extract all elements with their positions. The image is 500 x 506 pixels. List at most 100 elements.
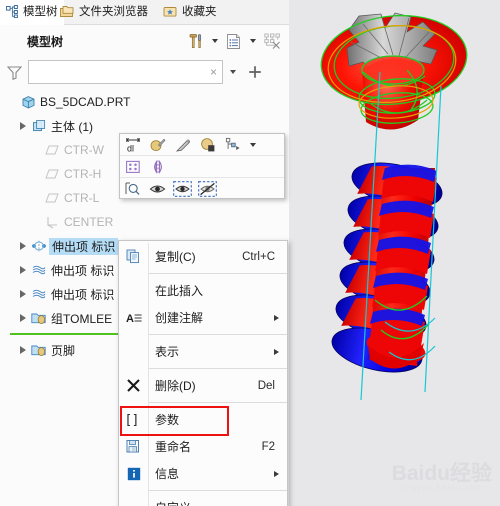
tree-item-label: 组TOMLEE <box>51 311 113 326</box>
submenu-arrow-icon <box>274 348 279 355</box>
tab-label: 文件夹浏览器 <box>79 5 148 18</box>
menu-item-create-annotation[interactable]: A 创建注解 <box>119 304 287 331</box>
add-filter-icon[interactable] <box>243 57 267 87</box>
no-icon <box>119 494 148 506</box>
group-icon <box>29 338 49 362</box>
menu-item-customize[interactable]: 自定义 <box>119 494 287 506</box>
body-icon <box>29 114 49 138</box>
menu-item-insert-here[interactable]: 在此插入 <box>119 277 287 304</box>
model-viewport[interactable]: Baidu经验 jingyan.baidu.com <box>289 0 500 506</box>
tree-item-label: 伸出项 标识 <box>51 263 115 278</box>
menu-separator <box>148 368 287 369</box>
menu-item-delete[interactable]: 删除(D) Del <box>119 372 287 399</box>
expand-arrow[interactable] <box>16 338 29 362</box>
context-menu[interactable]: 复制(C) Ctrl+C 在此插入 A 创建注解 表示 删除(D) Del [… <box>118 240 288 506</box>
funnel-icon[interactable] <box>0 57 28 87</box>
menu-item-label: 参数 <box>155 413 180 427</box>
tab-folder-browser[interactable]: 文件夹浏览器 <box>54 0 154 25</box>
tree-item-label: CENTER <box>64 215 114 229</box>
expand-arrow <box>29 186 42 210</box>
csys-icon <box>42 210 62 234</box>
menu-item-label: 重命名 <box>155 440 192 454</box>
screw-threads <box>331 162 443 373</box>
menu-item-label: 自定义 <box>148 499 287 506</box>
menu-item-label: 信息 <box>155 467 180 481</box>
tab-label: 收藏夹 <box>182 5 217 18</box>
svg-text:A: A <box>126 313 134 325</box>
delete-x-icon <box>119 372 148 399</box>
helix-icon <box>29 282 49 306</box>
display-caret-icon[interactable] <box>247 29 259 53</box>
rename-icon <box>119 433 148 460</box>
expand-arrow[interactable] <box>16 114 29 138</box>
menu-separator <box>148 273 287 274</box>
tab-label: 模型树 <box>23 5 58 18</box>
eye-dashed-icon[interactable] <box>170 178 195 200</box>
eye-icon[interactable] <box>145 178 170 200</box>
panel-header: 模型树 <box>0 25 289 57</box>
mini-toolbar-row-2 <box>120 156 284 178</box>
tree-item-label: CTR-L <box>64 191 100 205</box>
menu-item-accel: Ctrl+C <box>242 250 275 263</box>
folder-browser-icon <box>60 5 75 21</box>
helix-icon <box>29 258 49 282</box>
tree-item-label: CTR-W <box>64 143 104 157</box>
expand-arrow[interactable] <box>16 282 29 306</box>
clear-icon[interactable]: × <box>210 66 217 78</box>
tree-item-label: CTR-H <box>64 167 102 181</box>
svg-text:dl: dl <box>127 143 134 153</box>
settings-tools-icon[interactable] <box>185 29 207 53</box>
menu-item-parameters[interactable]: [ ] 参数 <box>119 406 287 436</box>
settings-caret-icon[interactable] <box>209 29 221 53</box>
tab-strip: 模型树 文件夹浏览器 收藏夹 <box>0 0 289 25</box>
zoom-selection-icon[interactable] <box>120 178 145 200</box>
mini-toolbar-row-3 <box>120 178 284 200</box>
plane-icon <box>42 162 62 186</box>
paint-brush-icon[interactable] <box>145 134 170 156</box>
tree-filter-icon[interactable] <box>261 29 283 53</box>
svg-text:[ ]: [ ] <box>127 412 138 427</box>
expand-arrow <box>5 90 18 114</box>
more-caret-icon[interactable] <box>245 134 261 156</box>
menu-item-accel: F2 <box>261 440 275 453</box>
pattern-icon[interactable] <box>120 156 145 178</box>
datum-flag-icon[interactable] <box>220 134 245 156</box>
tree-item-part[interactable]: BS_5DCAD.PRT <box>0 90 289 114</box>
menu-separator <box>148 490 287 491</box>
display-list-icon[interactable] <box>223 29 245 53</box>
tree-item-label: BS_5DCAD.PRT <box>40 95 131 109</box>
filter-row: × <box>0 57 289 87</box>
watermark-url: jingyan.baidu.com <box>401 483 483 492</box>
mirror-icon[interactable] <box>145 156 170 178</box>
watermark-brand: Baidu <box>391 462 450 485</box>
tree-item-label: 页脚 <box>51 343 76 358</box>
tree-item-center[interactable]: CENTER <box>0 210 289 234</box>
menu-item-info[interactable]: 信息 <box>119 460 287 487</box>
tree-item-label: 主体 (1) <box>51 119 94 134</box>
model-tree-icon <box>6 4 19 21</box>
search-box[interactable]: × <box>28 60 223 84</box>
eye-hidden-icon[interactable] <box>195 178 220 200</box>
plane-icon <box>42 138 62 162</box>
dimension-icon[interactable]: dl <box>120 134 145 156</box>
watermark-suffix: 经验 <box>450 462 492 485</box>
filter-dropdown-caret[interactable] <box>223 57 243 87</box>
favorites-folder-icon <box>163 5 178 21</box>
search-input[interactable] <box>29 61 222 83</box>
expand-arrow[interactable] <box>16 258 29 282</box>
expand-arrow[interactable] <box>16 306 29 330</box>
pen-icon[interactable] <box>170 134 195 156</box>
page-title: 模型树 <box>27 35 64 49</box>
info-icon <box>119 460 148 487</box>
submenu-arrow-icon <box>274 470 279 477</box>
appearance-sphere-icon[interactable] <box>195 134 220 156</box>
floating-mini-toolbar[interactable]: dl <box>119 133 285 199</box>
parameters-icon: [ ] <box>119 406 148 433</box>
menu-item-rename[interactable]: 重命名 F2 <box>119 433 287 460</box>
menu-item-label: 创建注解 <box>155 311 204 325</box>
menu-item-representation[interactable]: 表示 <box>119 338 287 365</box>
tab-favorites[interactable]: 收藏夹 <box>157 0 223 25</box>
expand-arrow[interactable] <box>16 234 29 258</box>
watermark: Baidu经验 jingyan.baidu.com <box>392 463 492 492</box>
menu-item-copy[interactable]: 复制(C) Ctrl+C <box>119 243 287 270</box>
